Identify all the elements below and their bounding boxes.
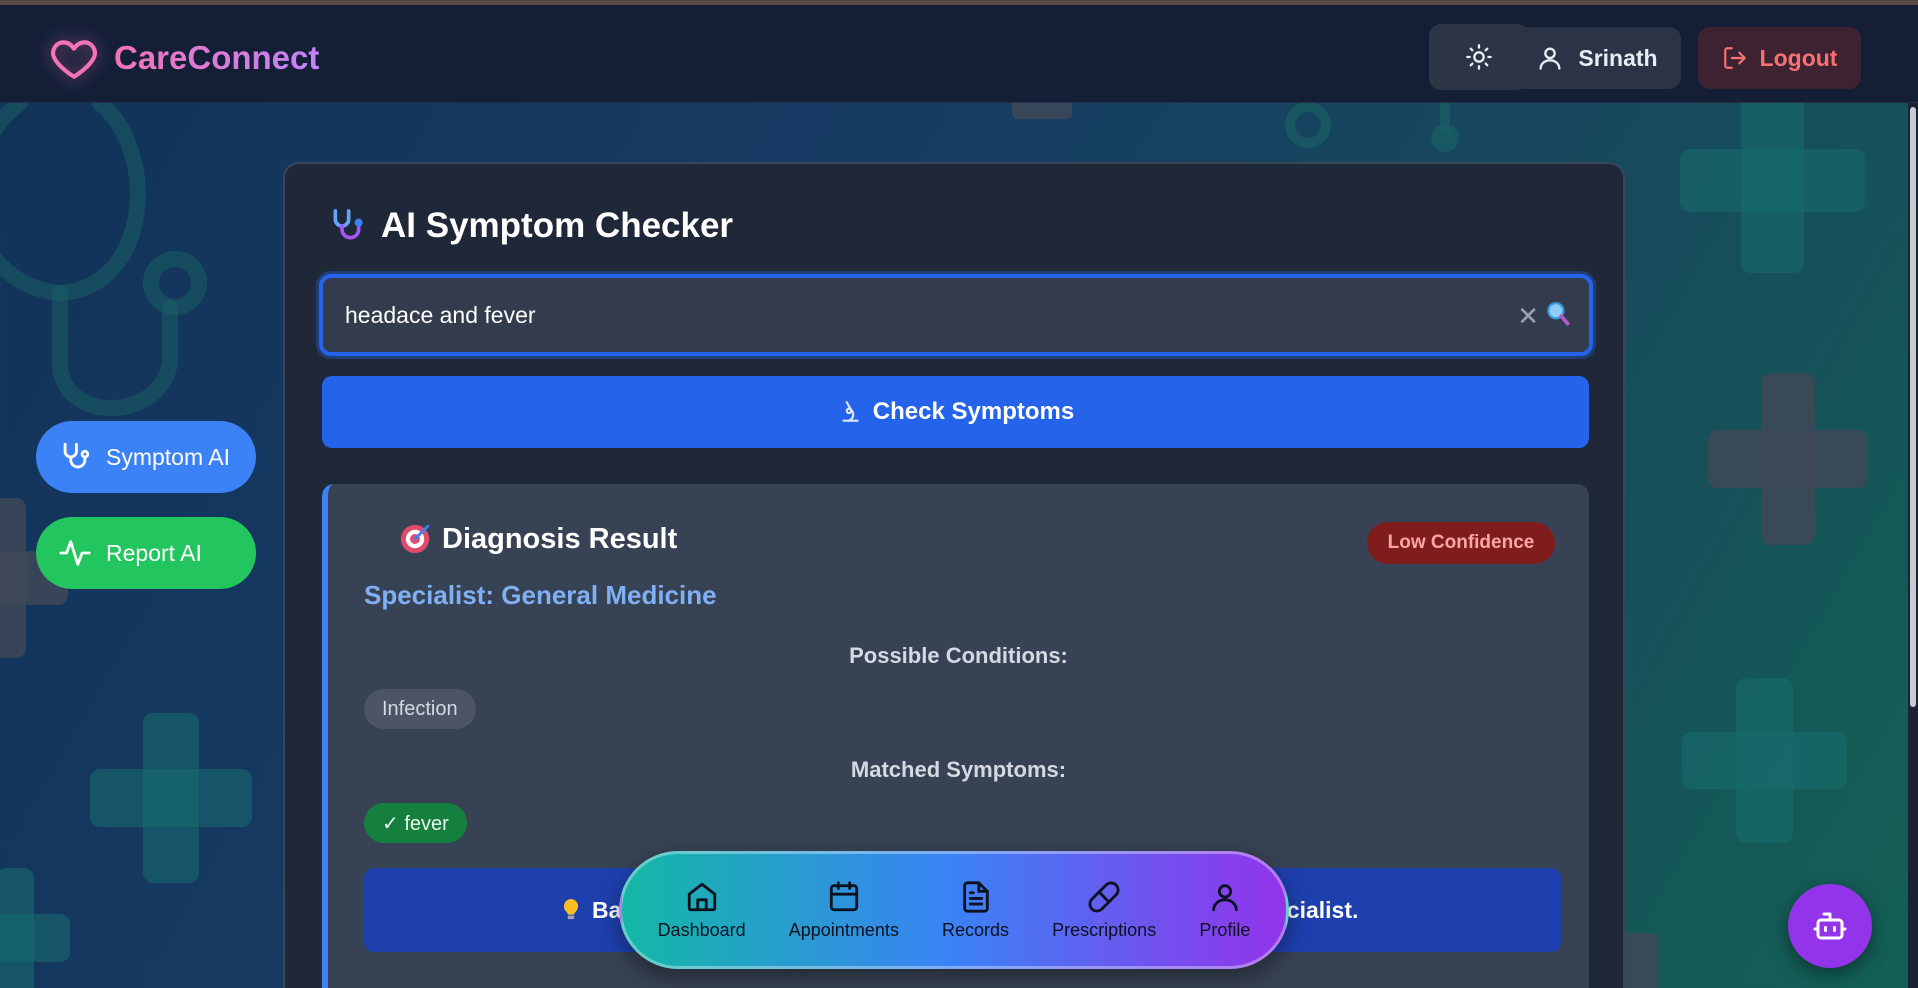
user-icon [1212,883,1238,911]
nav-records-label: Records [941,919,1010,940]
confidence-badge: Low Confidence [1367,522,1555,564]
target-icon [400,524,430,554]
nav-prescriptions[interactable]: Prescriptions [1052,880,1156,941]
nav-records[interactable]: Records [942,880,1009,941]
advice-start: Ba [560,897,621,924]
decor-block [1012,103,1072,119]
cross-decor [0,868,70,988]
calendar-icon [829,880,858,911]
clear-icon[interactable]: ✕ [1517,302,1539,332]
logout-button[interactable]: Logout [1698,27,1861,89]
check-symptoms-button[interactable]: Check Symptoms [322,376,1589,448]
decor-block [1620,933,1658,988]
heart-icon [51,40,97,79]
bot-icon [1813,912,1847,940]
nav-dashboard[interactable]: Dashboard [658,880,746,941]
advice-text-start: Ba [592,896,622,923]
result-heading: Diagnosis Result [398,522,677,556]
symptom-input[interactable] [345,278,1485,352]
stethoscope-icon [63,442,90,469]
nav-appointments-label: Appointments [788,919,899,940]
nav-profile[interactable]: Profile [1199,880,1250,941]
brand-name: CareConnect [114,39,320,76]
condition-chip: Infection [364,689,476,729]
stethoscope-emoji-icon [333,209,363,240]
pill-icon [1088,881,1120,912]
logout-label: Logout [1759,44,1838,71]
activity-icon [59,540,91,566]
stethoscope-decor-top-icon [1285,103,1459,152]
home-icon [687,882,716,911]
page-scrollbar[interactable] [1908,103,1918,988]
conditions-heading: Possible Conditions: [849,643,1068,668]
matched-symptom-chip: ✓ fever [364,803,467,843]
document-icon [962,880,989,913]
top-navbar: CareConnect Srinath Logout [0,5,1918,103]
check-symptoms-label: Check Symptoms [872,398,1075,425]
nav-dashboard-label: Dashboard [657,919,746,940]
logout-icon [1723,47,1746,69]
symptom-ai-button[interactable]: Symptom AI [36,421,256,493]
nav-appointments[interactable]: Appointments [789,880,899,941]
nav-prescriptions-label: Prescriptions [1052,919,1157,940]
report-ai-button[interactable]: Report AI [36,517,256,589]
user-icon [1539,47,1561,70]
bottom-navigation: Dashboard Appointments Records Prescript… [619,851,1289,969]
symptom-search-box: ✕ [319,274,1593,356]
microscope-icon [842,401,859,422]
result-title: Diagnosis Result [442,522,678,555]
symptom-ai-label: Symptom AI [106,443,230,470]
brand-logo[interactable]: CareConnect [48,33,319,83]
stethoscope-decor-icon [0,103,207,416]
sun-icon [1466,44,1492,70]
matched-heading: Matched Symptoms: [850,757,1067,782]
scrollbar-thumb[interactable] [1910,107,1916,707]
cross-decor [1682,678,1847,843]
lightbulb-icon [563,899,579,920]
report-ai-label: Report AI [106,539,202,566]
specialist-text: Specialist: General Medicine [364,580,717,610]
user-profile-button[interactable]: Srinath [1513,27,1681,89]
cross-decor [1680,103,1865,273]
magnifier-icon [1547,302,1570,326]
cross-decor [90,713,252,883]
card-title: AI Symptom Checker [381,206,734,245]
nav-profile-label: Profile [1199,919,1251,940]
user-name: Srinath [1578,44,1658,71]
card-heading: AI Symptom Checker [327,206,733,246]
chatbot-button[interactable] [1788,884,1872,968]
cross-decor [1708,373,1868,545]
